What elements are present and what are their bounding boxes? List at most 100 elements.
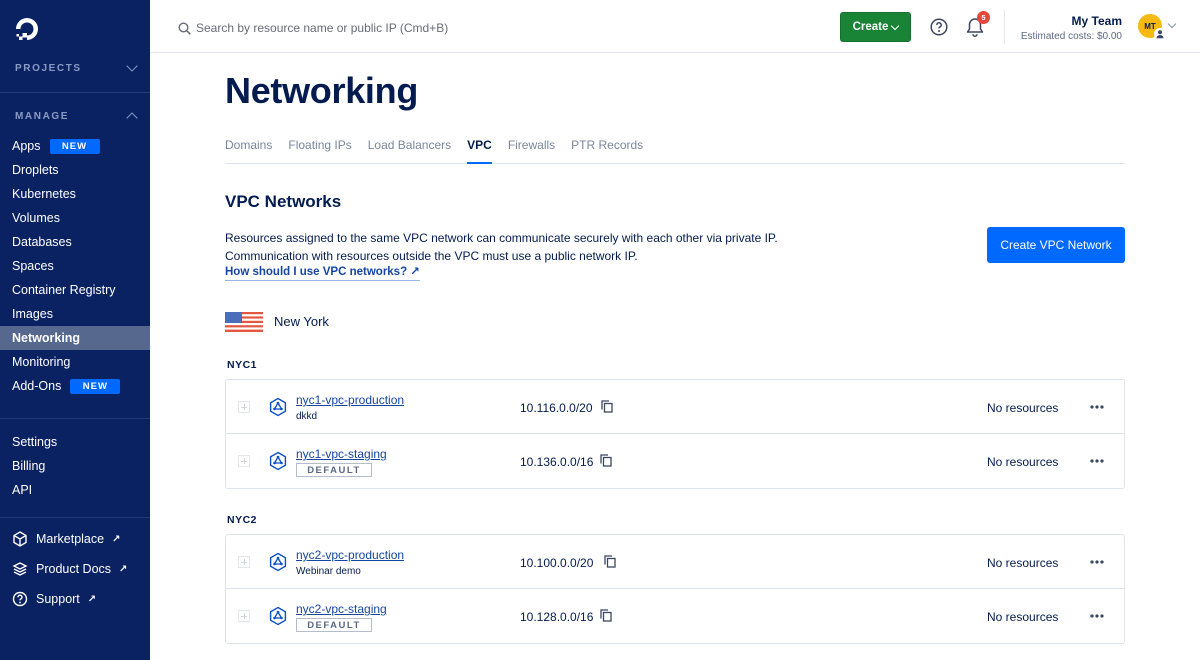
external-link-icon: ↗: [119, 563, 128, 575]
new-badge: NEW: [49, 138, 100, 154]
sidebar-divider: [0, 92, 150, 93]
sidebar-item-label: Marketplace: [36, 532, 105, 546]
sidebar-item-label: Databases: [12, 235, 72, 249]
account-nav: Settings Billing API: [0, 430, 150, 502]
create-vpc-network-button[interactable]: Create VPC Network: [987, 227, 1125, 263]
expand-icon[interactable]: [238, 455, 250, 467]
projects-label: PROJECTS: [15, 62, 82, 74]
sidebar-item-monitoring[interactable]: Monitoring: [0, 350, 150, 374]
sidebar-item-label: Container Registry: [12, 283, 116, 297]
sidebar-item-api[interactable]: API: [0, 478, 150, 502]
new-badge: NEW: [70, 378, 121, 394]
default-badge: DEFAULT: [296, 463, 372, 477]
manage-section-toggle[interactable]: MANAGE: [0, 106, 150, 126]
vpc-name-link[interactable]: nyc1-vpc-production: [296, 393, 404, 407]
ip-range: 10.136.0.0/16: [520, 455, 594, 469]
resources-status: No resources: [987, 401, 1059, 415]
vpc-name-link[interactable]: nyc1-vpc-staging: [296, 447, 387, 461]
external-link-icon: ↗: [112, 533, 121, 545]
sidebar-item-label: Settings: [12, 435, 58, 449]
sidebar-item-marketplace[interactable]: Marketplace ↗: [0, 524, 150, 554]
page-title: Networking: [225, 70, 419, 111]
copy-icon[interactable]: [600, 609, 612, 622]
topbar-divider: [1004, 10, 1005, 44]
tab-vpc[interactable]: VPC: [467, 134, 492, 164]
sidebar-item-droplets[interactable]: Droplets: [0, 158, 150, 182]
more-options-icon[interactable]: [1090, 614, 1104, 618]
tab-domains[interactable]: Domains: [225, 134, 272, 164]
manage-nav: Apps NEW Droplets Kubernetes Volumes Dat…: [0, 134, 150, 398]
docs-icon: [12, 562, 28, 576]
vpc-description: Webinar demo: [296, 566, 361, 577]
sidebar-item-product-docs[interactable]: Product Docs ↗: [0, 554, 150, 584]
ip-range: 10.128.0.0/16: [520, 610, 594, 624]
sidebar-item-label: Droplets: [12, 163, 59, 177]
datacenter-label: NYC2: [227, 514, 258, 526]
vpc-network-icon: [269, 451, 287, 471]
estimated-costs: Estimated costs: $0.00: [1020, 31, 1122, 42]
chevron-down-icon: [891, 21, 900, 30]
region-name: New York: [274, 314, 329, 329]
manage-label: MANAGE: [15, 110, 70, 122]
help-icon[interactable]: [930, 18, 948, 36]
resources-status: No resources: [987, 610, 1059, 624]
sidebar-item-networking[interactable]: Networking: [0, 326, 150, 350]
sidebar-item-images[interactable]: Images: [0, 302, 150, 326]
datacenter-label: NYC1: [227, 359, 258, 371]
sidebar-item-add-ons[interactable]: Add-Ons NEW: [0, 374, 150, 398]
ip-range: 10.116.0.0/20: [520, 401, 593, 415]
more-options-icon[interactable]: [1090, 560, 1104, 564]
table-row: nyc1-vpc-production dkkd 10.116.0.0/20 N…: [226, 380, 1124, 434]
vpc-table-nyc1: nyc1-vpc-production dkkd 10.116.0.0/20 N…: [225, 379, 1125, 489]
digitalocean-logo-icon[interactable]: [14, 16, 40, 42]
description-line: Communication with resources outside the…: [225, 249, 638, 263]
vpc-name-link[interactable]: nyc2-vpc-staging: [296, 602, 387, 616]
sidebar-item-apps[interactable]: Apps NEW: [0, 134, 150, 158]
sidebar-item-label: Monitoring: [12, 355, 71, 369]
sidebar-item-settings[interactable]: Settings: [0, 430, 150, 454]
more-options-icon[interactable]: [1090, 405, 1104, 409]
sidebar-item-label: Volumes: [12, 211, 60, 225]
sidebar-item-label: Product Docs: [36, 562, 112, 576]
copy-icon[interactable]: [600, 454, 612, 467]
team-name[interactable]: My Team: [1072, 14, 1122, 28]
tab-ptr-records[interactable]: PTR Records: [571, 134, 643, 164]
vpc-description: dkkd: [296, 411, 318, 422]
projects-section-toggle[interactable]: PROJECTS: [0, 58, 150, 78]
tab-firewalls[interactable]: Firewalls: [508, 134, 555, 164]
create-button[interactable]: Create: [840, 12, 911, 42]
sidebar-item-volumes[interactable]: Volumes: [0, 206, 150, 230]
sidebar-item-label: Spaces: [12, 259, 54, 273]
us-flag-icon: [225, 312, 263, 332]
tab-load-balancers[interactable]: Load Balancers: [368, 134, 451, 164]
description-line: Resources assigned to the same VPC netwo…: [225, 231, 778, 245]
chevron-up-icon: [126, 112, 138, 124]
sidebar-item-container-registry[interactable]: Container Registry: [0, 278, 150, 302]
sidebar-item-databases[interactable]: Databases: [0, 230, 150, 254]
more-options-icon[interactable]: [1090, 459, 1104, 463]
tab-floating-ips[interactable]: Floating IPs: [288, 134, 351, 164]
table-row: nyc1-vpc-staging DEFAULT 10.136.0.0/16 N…: [226, 434, 1124, 488]
notification-count-badge: 5: [977, 11, 990, 24]
expand-icon[interactable]: [238, 610, 250, 622]
ip-range: 10.100.0.0/20: [520, 556, 594, 570]
copy-icon[interactable]: [604, 555, 616, 568]
chevron-down-icon[interactable]: [1167, 19, 1177, 29]
expand-icon[interactable]: [238, 556, 250, 568]
table-row: nyc2-vpc-staging DEFAULT 10.128.0.0/16 N…: [226, 589, 1124, 643]
marketplace-icon: [13, 531, 27, 547]
sidebar-item-spaces[interactable]: Spaces: [0, 254, 150, 278]
sidebar: PROJECTS MANAGE Apps NEW Droplets Kubern…: [0, 0, 150, 660]
external-link-icon: ↗: [87, 593, 97, 605]
search-input[interactable]: [196, 16, 526, 40]
sidebar-item-label: API: [12, 483, 33, 497]
copy-icon[interactable]: [601, 400, 613, 413]
vpc-network-icon: [269, 397, 287, 417]
sidebar-item-billing[interactable]: Billing: [0, 454, 150, 478]
expand-icon[interactable]: [238, 401, 250, 413]
vpc-name-link[interactable]: nyc2-vpc-production: [296, 548, 404, 562]
sidebar-item-kubernetes[interactable]: Kubernetes: [0, 182, 150, 206]
vpc-help-link[interactable]: How should I use VPC networks? ↗: [225, 264, 420, 281]
sidebar-item-support[interactable]: Support ↗: [0, 584, 150, 614]
vpc-network-icon: [269, 606, 287, 626]
